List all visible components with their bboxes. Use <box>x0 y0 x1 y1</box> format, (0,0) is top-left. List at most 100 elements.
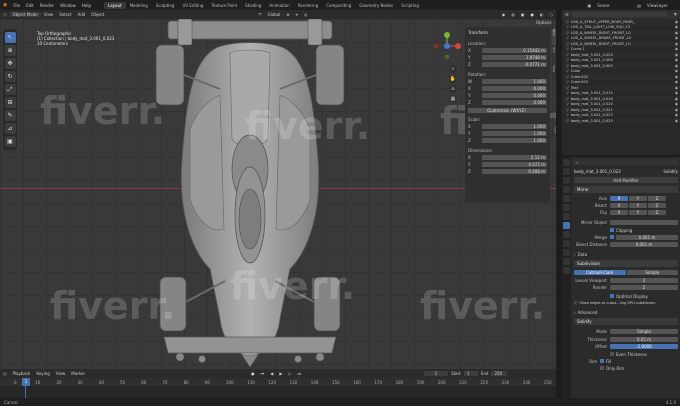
transform-icon[interactable]: ⊞ <box>4 97 16 108</box>
visibility-eye-icon[interactable]: ◉ <box>666 36 680 40</box>
visibility-eye-icon[interactable]: ◉ <box>666 102 680 106</box>
prev-key-icon[interactable]: ◀ <box>267 371 276 376</box>
dimensions-y[interactable]: Y 4.472 m <box>468 161 547 167</box>
menu-edit[interactable]: Edit <box>23 3 37 8</box>
outliner-row[interactable]: ▽ body_mat_3.001_0.020 ◉ <box>562 102 680 108</box>
measure-icon[interactable]: ⊿ <box>4 123 16 134</box>
bisect-distance-value[interactable]: 0.001 m <box>610 241 678 247</box>
flip-y[interactable]: Y <box>629 209 647 215</box>
car-model[interactable] <box>150 19 350 369</box>
rotate-icon[interactable]: ↻ <box>4 71 16 82</box>
menu-add[interactable]: Add <box>75 12 89 17</box>
rotation-mode-select[interactable]: Quaternion (WXYZ) <box>468 107 547 113</box>
menu-marker[interactable]: Marker <box>68 371 88 376</box>
menu-keying[interactable]: Keying <box>33 371 52 376</box>
options-dropdown[interactable]: Options <box>536 21 551 25</box>
next-key-icon[interactable]: ▷ <box>285 371 294 376</box>
world-tab-icon[interactable] <box>563 204 570 211</box>
view-layer-name[interactable]: ViewLayer <box>644 3 680 8</box>
menu-object[interactable]: Object <box>88 12 107 17</box>
workspace-tab-texture-paint[interactable]: Texture Paint <box>207 2 241 9</box>
filter-icon[interactable]: ⧩ <box>670 12 680 17</box>
workspace-tab-animation[interactable]: Animation <box>265 2 293 9</box>
outliner-row[interactable]: ▽ body_mat_3.001_0.008 ◉ <box>562 58 680 64</box>
location-z[interactable]: Z -0.0771 m <box>468 61 547 67</box>
grid-ortho-icon[interactable]: ▦ <box>449 95 457 103</box>
modifier-wrench-icon[interactable] <box>563 222 570 229</box>
tab-view[interactable]: View <box>552 65 556 81</box>
advanced-chevron-icon[interactable]: › <box>574 310 576 315</box>
material-tab-icon[interactable] <box>563 267 570 274</box>
dimensions-x[interactable]: X 2.12 m <box>468 154 547 160</box>
camera-icon[interactable]: ⌂ <box>449 85 457 93</box>
visibility-eye-icon[interactable]: ◉ <box>666 53 680 57</box>
outliner-search-input[interactable] <box>571 12 668 17</box>
play-icon[interactable]: ▶ <box>276 371 285 376</box>
mirror-axis-z[interactable]: Z <box>648 195 666 201</box>
zoom-icon[interactable]: ⌕ <box>449 65 457 73</box>
visibility-eye-icon[interactable]: ◉ <box>666 58 680 62</box>
playhead[interactable]: 1 <box>22 378 30 386</box>
offset-value[interactable]: -1.0000 <box>610 343 678 349</box>
workspace-tab-compositing[interactable]: Compositing <box>322 2 355 9</box>
flip-x[interactable]: X <box>610 209 628 215</box>
navigation-gizmo[interactable] <box>432 31 462 61</box>
data-subpanel-chevron-icon[interactable]: › <box>574 252 576 257</box>
menu-playback[interactable]: Playback <box>10 371 34 376</box>
mirror-axis-x[interactable]: X <box>610 195 628 201</box>
tab-item[interactable]: Item <box>552 29 556 45</box>
visibility-eye-icon[interactable]: ◉ <box>666 20 680 24</box>
rotation-y[interactable]: Y 0.000 <box>468 92 547 98</box>
levels-viewport-value[interactable]: 2 <box>610 277 678 283</box>
thickness-value[interactable]: 0.05 m <box>610 336 678 342</box>
constraints-tab-icon[interactable] <box>563 249 570 256</box>
outliner-row[interactable]: ▽ Text ◉ <box>562 85 680 91</box>
scale-icon[interactable]: ⤢ <box>4 84 16 95</box>
data-subpanel-label[interactable]: Data <box>578 252 588 257</box>
rotation-w[interactable]: W 1.000 <box>468 78 547 84</box>
outliner-row[interactable]: ▽ body_mat_3.001_0.021 ◉ <box>562 107 680 113</box>
clipping-checkbox[interactable] <box>610 228 614 232</box>
jump-start-icon[interactable]: ⏮ <box>258 371 268 376</box>
3d-viewport[interactable]: fiverr. fiverr. fiverr. fiverr. fiverr. … <box>0 19 556 369</box>
physics-tab-icon[interactable] <box>563 240 570 247</box>
visibility-eye-icon[interactable]: ◉ <box>666 75 680 79</box>
merge-value[interactable]: 0.001 m <box>616 234 678 240</box>
visibility-eye-icon[interactable]: ◉ <box>666 113 680 117</box>
shading-solid-icon[interactable]: ● <box>528 12 538 17</box>
visibility-eye-icon[interactable]: ◉ <box>666 31 680 35</box>
bisect-x[interactable]: X <box>610 202 628 208</box>
add-cube-icon[interactable]: ▣ <box>4 136 16 147</box>
mirror-modifier-header[interactable]: Mirror <box>574 186 678 193</box>
object-tab-icon[interactable] <box>563 213 570 220</box>
editor-type-icon[interactable]: ⬡ <box>0 12 10 17</box>
pan-hand-icon[interactable]: ✋ <box>449 75 457 83</box>
scene-name[interactable]: Scene <box>594 3 634 8</box>
pivot-icon[interactable]: ⊕ <box>283 12 292 17</box>
menu-render[interactable]: Render <box>37 3 57 8</box>
menu-select[interactable]: Select <box>56 12 74 17</box>
rotation-z[interactable]: Z 0.000 <box>468 99 547 105</box>
scale-x[interactable]: X 1.000 <box>468 123 547 129</box>
outliner-editor-icon[interactable]: ☰ <box>562 12 572 17</box>
tab-tool[interactable]: Tool <box>552 47 556 63</box>
advanced-label[interactable]: Advanced <box>578 310 598 315</box>
transform-title[interactable]: Transform <box>468 30 488 35</box>
outliner-row[interactable]: ▽ Cube.002 ◉ <box>562 74 680 80</box>
only-rim-checkbox[interactable] <box>600 366 604 370</box>
menu-timeline-view[interactable]: View <box>53 371 69 376</box>
timeline-editor-icon[interactable]: ◷ <box>0 371 10 376</box>
proportional-edit-icon[interactable]: ◎ <box>301 12 311 17</box>
visibility-eye-icon[interactable]: ◉ <box>666 91 680 95</box>
subdivision-modifier-header[interactable]: Subdivision <box>574 260 678 267</box>
workspace-tab-sculpting[interactable]: Sculpting <box>152 2 179 9</box>
shading-material-icon[interactable]: ◐ <box>537 12 547 17</box>
subdivision-name[interactable]: Subdivision <box>577 261 600 266</box>
workspace-tab-modeling[interactable]: Modeling <box>126 2 152 9</box>
scale-z[interactable]: Z 1.000 <box>468 137 547 143</box>
object-name[interactable]: body_mat_3.001_0.023 <box>574 169 663 174</box>
orientation-selector[interactable]: Global <box>265 12 284 17</box>
even-thickness-checkbox[interactable] <box>610 352 614 356</box>
workspace-tab-layout[interactable]: Layout <box>103 1 126 9</box>
outliner-row[interactable]: ▽ LOD_A_WHEEL_BRAKE_FRONT_LO ◉ <box>562 36 680 42</box>
